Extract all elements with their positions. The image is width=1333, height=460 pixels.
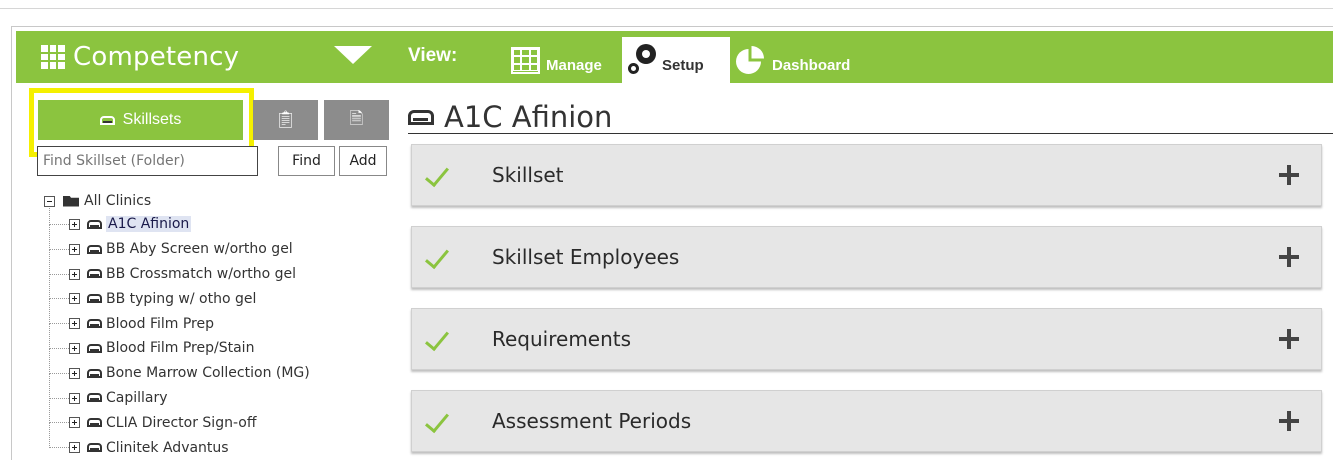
skillset-tree: All Clinics A1C Afinion BB Aby Screen w/o… xyxy=(44,190,310,460)
panel-title: Assessment Periods xyxy=(492,409,692,433)
tree-item-label: Blood Film Prep/Stain xyxy=(106,340,255,357)
panel-skillset[interactable]: Skillset xyxy=(411,144,1322,206)
tree-item[interactable]: CLIA Director Sign-off xyxy=(44,398,310,435)
panel-assessment-periods[interactable]: Assessment Periods xyxy=(411,390,1322,452)
expand-icon[interactable] xyxy=(69,392,80,404)
view-label: View: xyxy=(408,45,458,66)
tree-item-label: Bone Marrow Collection (MG) xyxy=(106,365,310,382)
expand-plus-icon[interactable] xyxy=(1279,411,1299,431)
find-button[interactable]: Find xyxy=(278,146,335,176)
tree-root[interactable]: All Clinics xyxy=(44,190,310,212)
folder-open-icon xyxy=(63,195,79,207)
tree-item-label: Capillary xyxy=(106,389,168,406)
panel-title: Skillset xyxy=(492,163,564,187)
tab-skillsets-label: Skillsets xyxy=(122,111,182,128)
tab-skillsets[interactable]: Skillsets xyxy=(38,100,243,140)
tree-item-label: BB Crossmatch w/ortho gel xyxy=(106,265,297,282)
tab-dashboard[interactable]: Dashboard xyxy=(736,37,850,83)
tray-icon xyxy=(87,418,102,428)
tab-manage-label: Manage xyxy=(546,56,602,74)
expand-icon[interactable] xyxy=(69,318,80,330)
tree-item-label: Blood Film Prep xyxy=(106,315,215,332)
tree-root-label: All Clinics xyxy=(84,193,152,209)
expand-plus-icon[interactable] xyxy=(1279,329,1299,349)
tab-dashboard-label: Dashboard xyxy=(772,56,851,74)
expand-icon[interactable] xyxy=(69,367,80,379)
tray-icon xyxy=(87,269,102,279)
grid-table-icon xyxy=(511,46,540,74)
header-bar: Competency View: Manage Setup Dashboard xyxy=(16,31,1333,83)
tree-item[interactable]: Clinitek Advantus xyxy=(44,423,310,460)
expand-icon[interactable] xyxy=(69,219,80,230)
expand-plus-icon[interactable] xyxy=(1279,165,1299,185)
tray-icon xyxy=(87,244,102,254)
app-title: Competency xyxy=(73,42,240,72)
expand-icon[interactable] xyxy=(69,442,80,454)
check-icon xyxy=(427,247,457,267)
app-menu-dropdown-icon[interactable] xyxy=(334,46,372,64)
add-button[interactable]: Add xyxy=(339,146,387,176)
tree-item-label: BB typing w/ otho gel xyxy=(106,290,257,307)
tree-item[interactable]: BB typing w/ otho gel xyxy=(44,274,310,311)
check-icon xyxy=(427,411,457,431)
clipboard-icon: 📋︎ xyxy=(274,110,297,129)
expand-icon[interactable] xyxy=(69,243,80,255)
pie-chart-icon xyxy=(736,46,764,74)
tab-setup-label: Setup xyxy=(662,56,704,74)
expand-icon[interactable] xyxy=(69,417,80,429)
tray-icon xyxy=(87,319,102,329)
tray-icon xyxy=(87,219,102,229)
tray-icon xyxy=(87,443,102,453)
panel-skillset-employees[interactable]: Skillset Employees xyxy=(411,226,1322,288)
expand-icon[interactable] xyxy=(69,342,80,354)
page-title: A1C Afinion xyxy=(408,100,612,134)
tab-setup[interactable]: Setup xyxy=(622,37,730,83)
tab-manage[interactable]: Manage xyxy=(511,37,602,83)
tree-item[interactable]: Blood Film Prep/Stain xyxy=(44,324,310,361)
tray-icon xyxy=(99,115,115,125)
tree-item[interactable]: Blood Film Prep xyxy=(44,299,310,336)
document-icon: 🗎 xyxy=(349,108,364,128)
panel-requirements[interactable]: Requirements xyxy=(411,308,1322,370)
tray-icon xyxy=(87,294,102,304)
tree-item-label: A1C Afinion xyxy=(106,216,192,233)
app-brand[interactable]: Competency xyxy=(41,31,239,83)
top-divider xyxy=(0,0,1333,9)
tray-icon xyxy=(408,109,434,125)
expand-icon[interactable] xyxy=(69,268,80,280)
tree-item[interactable]: A1C Afinion xyxy=(44,200,310,237)
gears-icon xyxy=(626,44,658,76)
find-skillset-input[interactable] xyxy=(37,146,258,176)
tree-item-label: CLIA Director Sign-off xyxy=(106,414,257,431)
expand-plus-icon[interactable] xyxy=(1279,247,1299,267)
tree-item-label: BB Aby Screen w/ortho gel xyxy=(106,241,293,258)
grid-icon xyxy=(41,45,65,69)
check-icon xyxy=(427,329,457,349)
tab-clipboard[interactable]: 📋︎ xyxy=(253,100,318,140)
collapse-icon[interactable] xyxy=(44,195,55,207)
check-icon xyxy=(427,165,457,185)
panel-title: Requirements xyxy=(492,327,632,351)
tab-document[interactable]: 🗎 xyxy=(324,100,389,140)
title-divider xyxy=(408,133,1333,134)
tree-item[interactable]: Capillary xyxy=(44,373,310,411)
tray-icon xyxy=(87,393,102,403)
tray-icon xyxy=(87,368,102,378)
expand-icon[interactable] xyxy=(69,293,80,305)
tree-item[interactable]: BB Crossmatch w/ortho gel xyxy=(44,249,310,287)
tree-item[interactable]: Bone Marrow Collection (MG) xyxy=(44,348,310,386)
tray-icon xyxy=(87,343,102,353)
tree-item[interactable]: BB Aby Screen w/ortho gel xyxy=(44,224,310,262)
tree-item-label: Clinitek Advantus xyxy=(106,439,229,456)
panel-title: Skillset Employees xyxy=(492,245,680,269)
page-title-text: A1C Afinion xyxy=(444,100,613,134)
